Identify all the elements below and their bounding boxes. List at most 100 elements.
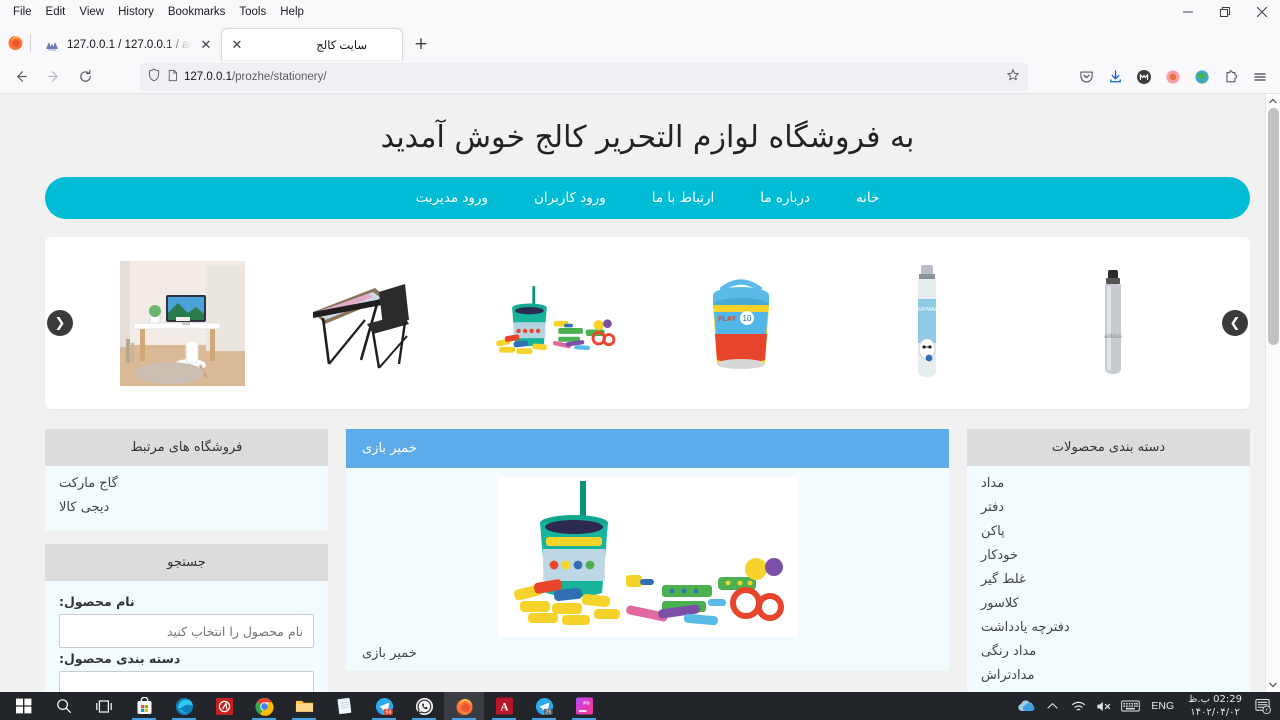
related-stores-panel: فروشگاه های مرتبط گاج مارکت دیجی کالا (45, 429, 328, 530)
menu-history[interactable]: History (111, 1, 161, 23)
list-item[interactable]: دیجی کالا (59, 496, 314, 520)
maximize-button[interactable] (1206, 0, 1243, 24)
carousel-slide-baymax-water-bottle[interactable]: BAYMAX (862, 258, 992, 388)
page-scrollbar[interactable] (1265, 94, 1280, 692)
nav-item-home[interactable]: خانه (833, 177, 902, 219)
notepad-icon[interactable] (324, 692, 364, 720)
system-tray: ENG 02:29 ب.ظ ۱۴۰۲/۰۴/۰۲ ۳ (1013, 692, 1280, 720)
menu-edit[interactable]: Edit (39, 1, 73, 23)
acrobat-reader-icon[interactable]: A (484, 692, 524, 720)
nav-item-about-us[interactable]: درباره ما (737, 177, 833, 219)
app-menu-icon[interactable] (1246, 63, 1274, 91)
list-item[interactable]: مداد (981, 472, 1236, 496)
search-icon[interactable] (44, 692, 84, 720)
chrome-icon[interactable] (244, 692, 284, 720)
taskbar-apps: 54 A 26 PS (0, 692, 604, 720)
related-stores-list: گاج مارکت دیجی کالا (45, 466, 328, 530)
nav-item-admin-login[interactable]: ورود مدیریت (393, 177, 511, 219)
minimize-button[interactable] (1169, 0, 1206, 24)
task-view-icon[interactable] (84, 692, 124, 720)
carousel-slide-steel-water-bottle[interactable]: adidas (1048, 258, 1178, 388)
product-name-input[interactable] (59, 614, 314, 648)
forward-button[interactable] (38, 63, 68, 91)
list-item[interactable]: دفترچه یادداشت (981, 616, 1236, 640)
extension-icon[interactable] (1217, 63, 1245, 91)
start-button[interactable] (4, 692, 44, 720)
carousel-next-icon[interactable]: ❯ (1222, 310, 1248, 336)
telegram-icon[interactable]: 54 (364, 692, 404, 720)
wifi-icon[interactable] (1065, 692, 1091, 720)
list-item[interactable]: کلاسور (981, 592, 1236, 616)
globe-icon[interactable] (1188, 63, 1216, 91)
show-hidden-icons-icon[interactable] (1039, 692, 1065, 720)
carousel-slide-white-study-desk[interactable] (117, 258, 247, 388)
notifications-icon[interactable]: ۳ (1248, 692, 1276, 720)
search-title: جستجو (45, 544, 328, 581)
product-carousel: ❮ adidas BAYMAX 10 PLAY ❯ (45, 237, 1250, 409)
shield-icon[interactable] (147, 67, 161, 86)
tab-site-kalej[interactable]: سایت کالج ✕ (221, 28, 403, 60)
onedrive-icon[interactable] (1013, 692, 1039, 720)
tab-title: سایت کالج (316, 39, 367, 52)
url-bar[interactable]: 127.0.0.1/prozhe/stationery/ (140, 62, 1028, 91)
app-red-icon[interactable] (204, 692, 244, 720)
menu-view[interactable]: View (72, 1, 111, 23)
menu-file[interactable]: File (6, 1, 39, 23)
menu-bookmarks[interactable]: Bookmarks (161, 1, 233, 23)
clock-date: ۱۴۰۲/۰۴/۰۲ (1190, 707, 1240, 718)
svg-text:PMA: PMA (48, 48, 56, 52)
carousel-slide-playdough-set[interactable] (489, 258, 619, 388)
close-button[interactable] (1243, 0, 1280, 24)
menu-bar: File Edit View History Bookmarks Tools H… (0, 1, 311, 23)
scrollbar-thumb[interactable] (1268, 108, 1279, 345)
telegram-badge: 54 (385, 709, 391, 715)
close-icon[interactable]: ✕ (198, 37, 214, 53)
menu-help[interactable]: Help (273, 1, 311, 23)
categories-title: دسته بندی محصولات (967, 429, 1250, 466)
new-tab-button[interactable]: + (407, 30, 435, 58)
carousel-slide-folding-desk-chair[interactable] (303, 258, 433, 388)
list-item[interactable]: غلط گیر (981, 568, 1236, 592)
list-item[interactable]: مداد رنگی (981, 640, 1236, 664)
list-item[interactable]: خودکار (981, 544, 1236, 568)
menu-tools[interactable]: Tools (232, 1, 273, 23)
close-icon[interactable]: ✕ (229, 37, 245, 53)
file-explorer-icon[interactable] (284, 692, 324, 720)
nav-item-contact-us[interactable]: ارتباط با ما (629, 177, 738, 219)
list-item[interactable]: گاج مارکت (59, 472, 314, 496)
downloads-icon[interactable] (1101, 63, 1129, 91)
list-item[interactable]: پاکن (981, 520, 1236, 544)
extension-pink-icon[interactable] (1159, 63, 1187, 91)
clock[interactable]: 02:29 ب.ظ ۱۴۰۲/۰۴/۰۲ (1182, 693, 1248, 719)
back-button[interactable] (6, 63, 36, 91)
page-icon[interactable] (166, 67, 179, 86)
list-item[interactable]: دفتر (981, 496, 1236, 520)
product-image[interactable] (346, 468, 949, 638)
scroll-up-icon[interactable] (1266, 94, 1280, 108)
carousel-prev-icon[interactable]: ❮ (47, 310, 73, 336)
star-icon[interactable] (1006, 67, 1020, 86)
product-category-input[interactable] (59, 671, 314, 692)
carousel-slide-playdough-bucket[interactable]: 10 PLAY (676, 258, 806, 388)
volume-muted-icon[interactable] (1091, 692, 1117, 720)
metamask-icon[interactable] (1130, 63, 1158, 91)
microsoft-store-icon[interactable] (124, 692, 164, 720)
svg-text:PS: PS (583, 700, 589, 706)
product-card: خمیر بازی خمیر بازی (346, 429, 949, 671)
list-item[interactable]: مدادتراش (981, 664, 1236, 688)
whatsapp-icon[interactable] (404, 692, 444, 720)
tab-phpmyadmin[interactable]: PMA 127.0.0.1 / 127.0.0.1 / anbar / ac ✕ (35, 30, 221, 60)
page-viewport: به فروشگاه لوازم التحریر کالج خوش آمدید … (0, 94, 1280, 692)
edge-icon[interactable] (164, 692, 204, 720)
language-indicator[interactable]: ENG (1143, 700, 1182, 712)
clock-time: 02:29 ب.ظ (1188, 694, 1242, 705)
nav-item-user-login[interactable]: ورود کاربران (511, 177, 629, 219)
keyboard-icon[interactable] (1117, 692, 1143, 720)
phpstorm-icon[interactable]: PS (564, 692, 604, 720)
phpmyadmin-icon: PMA (44, 37, 60, 53)
telegram-desktop-icon[interactable]: 26 (524, 692, 564, 720)
pocket-icon[interactable] (1072, 63, 1100, 91)
firefox-icon[interactable] (444, 692, 484, 720)
reload-button[interactable] (70, 63, 100, 91)
scroll-down-icon[interactable] (1266, 678, 1280, 692)
